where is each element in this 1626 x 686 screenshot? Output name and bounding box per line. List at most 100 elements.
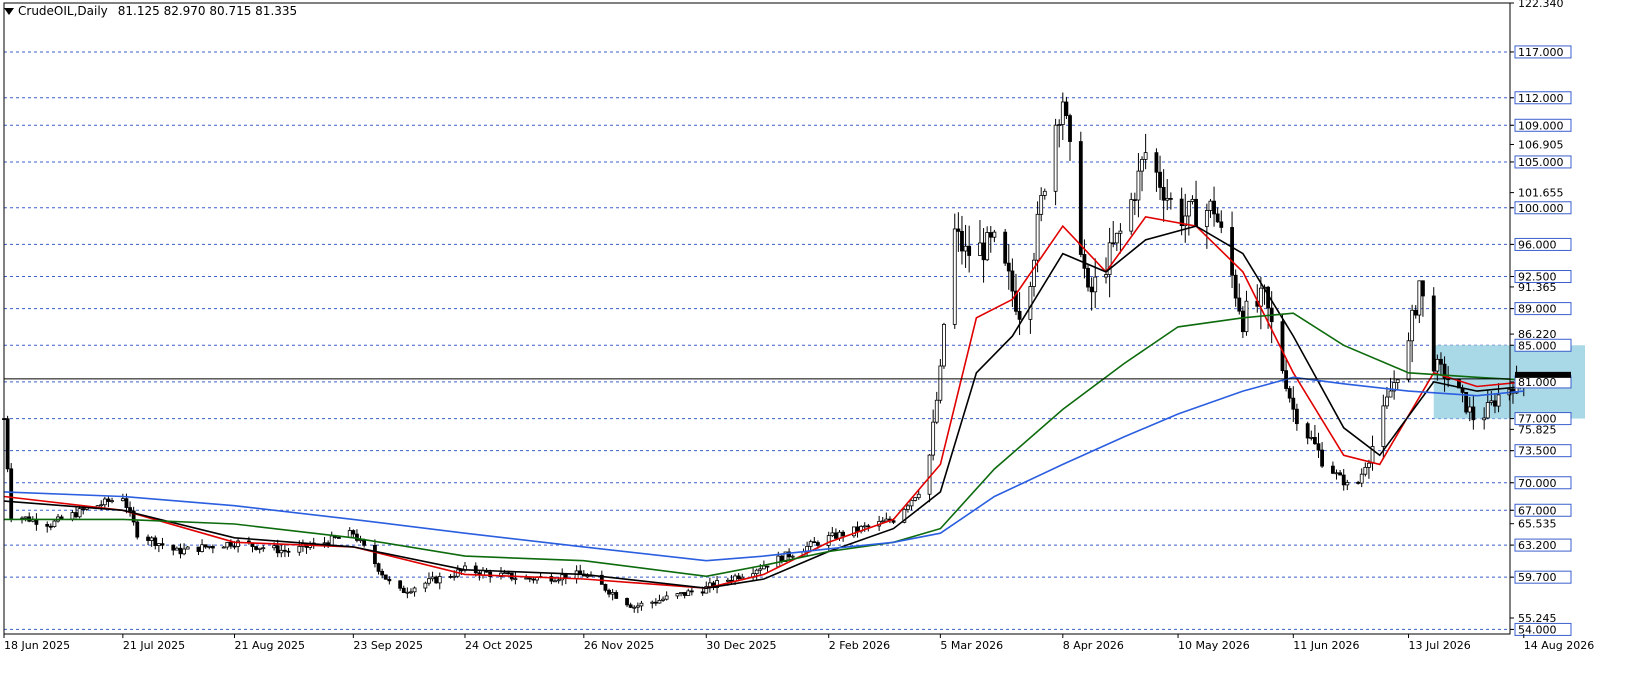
price-chart[interactable]: 122.340 117.000 112.000 109.000 106.905 105.0… [0, 0, 1626, 686]
candle-body [506, 572, 511, 575]
candle-body [1161, 186, 1166, 201]
candle-body [1006, 262, 1011, 272]
candle-body [725, 579, 730, 582]
x-tick-label: 30 Dec 2025 [706, 639, 776, 652]
candle-body [376, 563, 381, 572]
candle-body [556, 579, 561, 582]
x-tick-label: 21 Aug 2025 [234, 639, 304, 652]
candle-body [1082, 254, 1087, 269]
candle-body [1345, 481, 1350, 486]
x-tick-label: 8 Apr 2026 [1063, 639, 1124, 652]
candle-body [1028, 286, 1033, 320]
candle-body [434, 576, 439, 584]
candle-body [1003, 231, 1008, 264]
candle-body [203, 544, 208, 548]
candle-body [106, 498, 111, 502]
candle-body [524, 577, 529, 580]
candle-body [635, 605, 640, 608]
candle-body [207, 546, 212, 548]
candle-body [1309, 437, 1314, 439]
candle-body [1496, 394, 1501, 407]
candle-body [758, 568, 763, 571]
candle-body [906, 505, 910, 510]
candle-body [1485, 402, 1490, 419]
candle-body [77, 508, 82, 518]
x-tick-label: 26 Nov 2025 [584, 639, 654, 652]
candle-body [1215, 213, 1220, 223]
y-tick-label: 89.000 [1518, 303, 1557, 316]
y-tick-label: 81.000 [1518, 376, 1557, 389]
candle-body [657, 600, 662, 604]
candle-body [362, 539, 367, 546]
candle-body [160, 543, 165, 546]
candle-body [1078, 141, 1083, 255]
candle-body [1413, 309, 1418, 316]
candle-body [1118, 230, 1123, 234]
x-tick-label: 21 Jul 2025 [123, 639, 185, 652]
current-price-marker [1515, 371, 1571, 378]
candle-body [383, 574, 388, 580]
candle-body [761, 565, 766, 570]
candle-body [1367, 462, 1371, 468]
candle-body [279, 549, 284, 554]
candle-body [124, 498, 129, 508]
y-tick-label: 105.000 [1518, 156, 1564, 169]
candle-body [707, 582, 712, 587]
candle-body [1280, 321, 1285, 372]
candle-body [689, 590, 694, 593]
candle-body [1233, 274, 1238, 299]
candle-body [988, 232, 993, 238]
candle-body [355, 533, 359, 541]
candle-body [99, 504, 104, 507]
candle-body [225, 542, 230, 548]
candle-body [765, 565, 770, 568]
candle-body [1190, 198, 1195, 202]
candle-body [841, 531, 846, 537]
candle-body [639, 602, 644, 607]
candle-body [1042, 190, 1047, 196]
x-tick-label: 2 Feb 2026 [829, 639, 890, 652]
candle-body [174, 547, 179, 551]
candle-body [1179, 198, 1184, 227]
candle-body [228, 542, 233, 547]
candle-body [1089, 286, 1094, 293]
candle-body [1186, 201, 1191, 217]
candle-body [653, 601, 658, 604]
candle-body [963, 245, 968, 252]
candle-body [614, 592, 619, 599]
candle-body [884, 518, 889, 522]
candle-body [1258, 287, 1263, 307]
candle-body [1493, 400, 1497, 407]
candle-body [1129, 199, 1134, 232]
candle-body [373, 544, 377, 565]
candle-body [733, 575, 737, 582]
candle-body [942, 323, 946, 367]
candle-body [862, 525, 867, 528]
candle-body [960, 230, 964, 252]
candle-body [196, 546, 201, 552]
candle-body [956, 228, 961, 232]
candle-body [1136, 170, 1141, 201]
x-tick-label: 14 Aug 2026 [1524, 639, 1594, 652]
candle-body [1154, 152, 1159, 173]
y-tick-label: 96.000 [1518, 238, 1557, 251]
y-tick-label: 122.340 [1518, 0, 1564, 10]
candle-body [1381, 405, 1386, 447]
candle-body [401, 587, 406, 594]
candle-body [1305, 423, 1310, 439]
candle-body [816, 542, 820, 546]
candle-body [607, 589, 611, 595]
candle-body [1064, 101, 1069, 117]
candle-body [128, 507, 132, 512]
candle-body [1057, 124, 1062, 126]
candle-body [254, 546, 258, 550]
y-tick-label: 67.000 [1518, 504, 1557, 517]
candle-body [1331, 465, 1335, 474]
candle-body [23, 516, 28, 519]
candle-body [1338, 472, 1343, 476]
candle-body [171, 544, 176, 551]
candle-body [603, 583, 608, 591]
candle-body [1489, 400, 1494, 403]
candle-body [978, 242, 982, 256]
candle-body [686, 590, 691, 596]
